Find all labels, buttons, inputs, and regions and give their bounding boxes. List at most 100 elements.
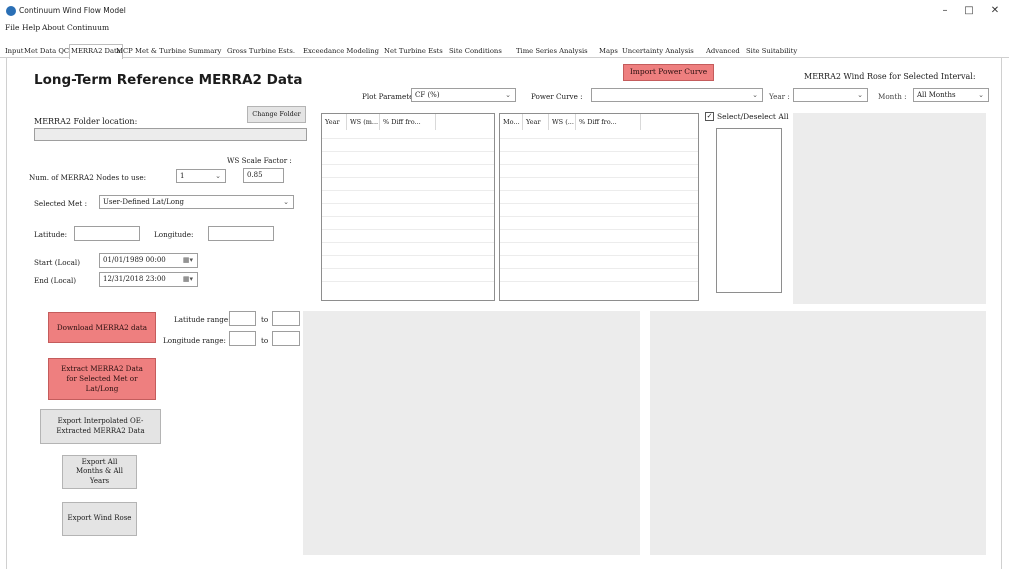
latitude-range-from[interactable]	[229, 311, 256, 326]
grid-row-line	[322, 242, 494, 243]
plot-parameter-value: CF (%)	[415, 91, 440, 99]
grid-row-line	[322, 151, 494, 152]
selected-met-select[interactable]: User-Defined Lat/Long ⌄	[99, 195, 294, 209]
grid-row-line	[500, 164, 698, 165]
grid1-header-year[interactable]: Year	[322, 114, 347, 130]
download-merra2-button[interactable]: Download MERRA2 data	[48, 312, 156, 343]
export-all-months-button[interactable]: Export All Months & All Years	[62, 455, 137, 489]
grid-row-line	[500, 216, 698, 217]
grid2-header-month[interactable]: Mo...	[500, 114, 523, 130]
minimize-button[interactable]: –	[932, 3, 958, 19]
latitude-range-to-label: to	[261, 315, 269, 324]
menu-help[interactable]: Help	[22, 23, 40, 32]
month-select[interactable]: All Months ⌄	[913, 88, 989, 102]
grid2-header-year[interactable]: Year	[523, 114, 549, 130]
chevron-down-icon: ⌄	[978, 91, 984, 99]
menu-bar: File Help About Continuum	[0, 22, 1009, 35]
tab-gross-turbine-ests[interactable]: Gross Turbine Ests.	[226, 45, 296, 58]
window-title: Continuum Wind Flow Model	[19, 6, 126, 15]
frame-left-border	[6, 58, 7, 569]
nodes-label: Num. of MERRA2 Nodes to use:	[29, 173, 146, 182]
grid-row-line	[500, 203, 698, 204]
merra2-folder-label: MERRA2 Folder location:	[34, 117, 138, 126]
longitude-range-label: Longitude range:	[163, 336, 226, 345]
month-value: All Months	[917, 91, 956, 99]
year-select[interactable]: ⌄	[793, 88, 868, 102]
tab-mcp[interactable]: MCP	[115, 45, 134, 58]
grid-row-line	[500, 138, 698, 139]
ws-scale-label: WS Scale Factor :	[227, 156, 292, 165]
import-power-curve-button[interactable]: Import Power Curve	[623, 64, 714, 81]
latitude-input[interactable]	[74, 226, 140, 241]
tab-uncertainty-analysis[interactable]: Uncertainty Analysis	[621, 45, 695, 58]
nodes-value: 1	[180, 172, 185, 180]
month-label: Month :	[878, 92, 907, 101]
grid-row-line	[322, 229, 494, 230]
frame-right-border	[1001, 58, 1002, 569]
grid2-header-ws[interactable]: WS (...	[549, 114, 576, 130]
tab-site-conditions[interactable]: Site Conditions	[448, 45, 503, 58]
selected-met-label: Selected Met :	[34, 199, 87, 208]
close-button[interactable]: ✕	[982, 3, 1008, 19]
time-series-plot-panel	[303, 311, 640, 555]
plot-parameter-select[interactable]: CF (%) ⌄	[411, 88, 516, 102]
grid-row-line	[322, 164, 494, 165]
extract-merra2-button[interactable]: Extract MERRA2 Data for Selected Met or …	[48, 358, 156, 400]
chevron-down-icon: ⌄	[215, 172, 221, 180]
power-curve-label: Power Curve :	[531, 92, 583, 101]
monthly-data-grid[interactable]: Mo... Year WS (... % Diff fro...	[499, 113, 699, 301]
power-curve-select[interactable]: ⌄	[591, 88, 763, 102]
tab-time-series-analysis[interactable]: Time Series Analysis	[515, 45, 589, 58]
grid-row-line	[322, 255, 494, 256]
start-date-picker[interactable]: 01/01/1989 00:00 ▦▾	[99, 253, 198, 268]
month-year-checklist[interactable]	[716, 128, 782, 293]
end-date-value: 12/31/2018 23:00	[103, 275, 166, 283]
title-bar: Continuum Wind Flow Model – □ ✕	[0, 0, 1009, 22]
tab-exceedance-modeling[interactable]: Exceedance Modeling	[302, 45, 380, 58]
menu-file[interactable]: File	[5, 23, 19, 32]
yearly-data-grid[interactable]: Year WS (m... % Diff fro...	[321, 113, 495, 301]
longitude-range-to[interactable]	[272, 331, 300, 346]
grid-row-line	[322, 190, 494, 191]
calendar-icon[interactable]: ▦▾	[183, 273, 193, 285]
grid-row-line	[322, 268, 494, 269]
app-icon	[6, 6, 16, 16]
grid1-header-pct-diff[interactable]: % Diff fro...	[380, 114, 436, 130]
grid-row-line	[500, 255, 698, 256]
end-label: End (Local)	[34, 276, 77, 285]
menu-about[interactable]: About Continuum	[42, 23, 109, 32]
tab-strip: Input Met Data QC MERRA2 Data MCP Met & …	[0, 44, 1009, 59]
tab-advanced[interactable]: Advanced	[705, 45, 741, 58]
tab-maps[interactable]: Maps	[598, 45, 619, 58]
latitude-range-to[interactable]	[272, 311, 300, 326]
maximize-button[interactable]: □	[956, 3, 982, 19]
page-title: Long-Term Reference MERRA2 Data	[34, 72, 303, 88]
year-label: Year :	[769, 92, 790, 101]
grid-row-line	[322, 138, 494, 139]
select-all-checkbox[interactable]: ✓	[705, 112, 714, 121]
chevron-down-icon: ⌄	[857, 91, 863, 99]
calendar-icon[interactable]: ▦▾	[183, 254, 193, 266]
longitude-range-from[interactable]	[229, 331, 256, 346]
grid1-header-ws[interactable]: WS (m...	[347, 114, 380, 130]
longitude-label: Longitude:	[154, 230, 194, 239]
tab-input[interactable]: Input	[4, 45, 25, 58]
tab-net-turbine-ests[interactable]: Net Turbine Ests	[383, 45, 444, 58]
tab-met-data-qc[interactable]: Met Data QC	[23, 45, 70, 58]
export-wind-rose-button[interactable]: Export Wind Rose	[62, 502, 137, 536]
grid-row-line	[500, 281, 698, 282]
export-interpolated-button[interactable]: Export Interpolated OE-Extracted MERRA2 …	[40, 409, 161, 444]
start-label: Start (Local)	[34, 258, 81, 267]
nodes-select[interactable]: 1 ⌄	[176, 169, 226, 183]
grid-row-line	[322, 281, 494, 282]
tab-met-turbine-summary[interactable]: Met & Turbine Summary	[134, 45, 222, 58]
tab-site-suitability[interactable]: Site Suitability	[745, 45, 798, 58]
ws-scale-input[interactable]: 0.85	[243, 168, 284, 183]
longitude-input[interactable]	[208, 226, 274, 241]
grid2-header-pct-diff[interactable]: % Diff fro...	[576, 114, 641, 130]
selected-met-value: User-Defined Lat/Long	[103, 198, 184, 206]
end-date-picker[interactable]: 12/31/2018 23:00 ▦▾	[99, 272, 198, 287]
monthly-plot-panel	[650, 311, 986, 555]
chevron-down-icon: ⌄	[505, 91, 511, 99]
change-folder-button[interactable]: Change Folder	[247, 106, 306, 123]
